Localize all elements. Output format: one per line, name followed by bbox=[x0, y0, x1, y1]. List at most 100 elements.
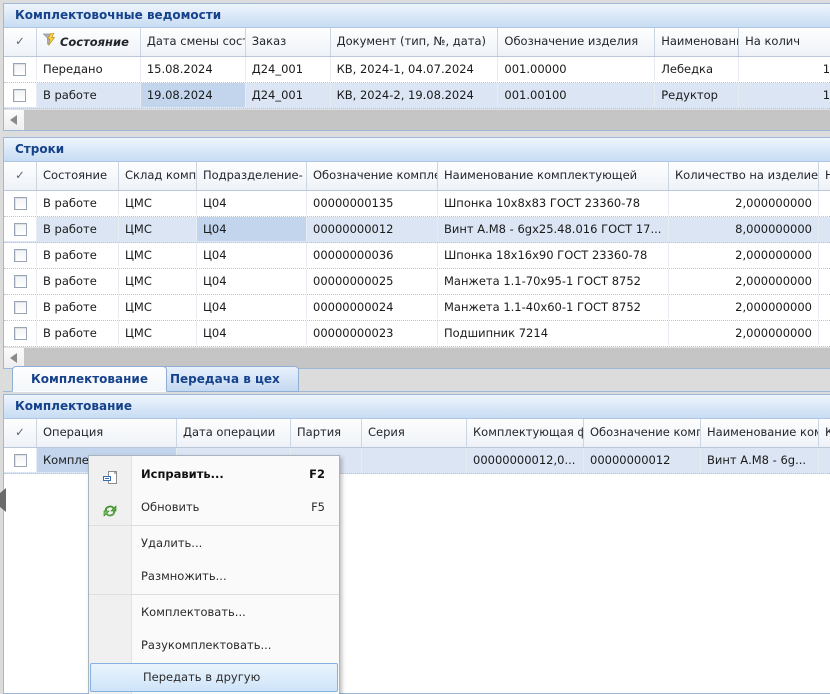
menu-item-udalit[interactable]: Удалить... bbox=[89, 527, 339, 560]
cell-state[interactable]: В работе bbox=[37, 321, 119, 345]
table-row[interactable]: В работе ЦМС Ц04 00000000024 Манжета 1.1… bbox=[4, 295, 830, 321]
row-checkbox[interactable] bbox=[4, 217, 37, 241]
column-header-sostoyanie[interactable]: Состояние bbox=[37, 28, 141, 56]
cell-warehouse[interactable]: ЦМС bbox=[119, 269, 197, 293]
cell-part-code[interactable]: 00000000135 bbox=[307, 191, 438, 215]
cell-warehouse[interactable]: ЦМС bbox=[119, 321, 197, 345]
scroll-left-button[interactable] bbox=[4, 110, 23, 130]
select-all-header[interactable]: ✓ bbox=[4, 419, 37, 447]
column-header-sklad[interactable]: Склад комп bbox=[119, 162, 197, 190]
row-checkbox[interactable] bbox=[4, 295, 37, 319]
column-header-seriya[interactable]: Серия bbox=[362, 419, 467, 447]
cell-state[interactable]: В работе bbox=[37, 83, 141, 107]
cell-part-code[interactable]: 00000000012 bbox=[584, 448, 701, 472]
cell-date-focused[interactable]: 19.08.2024 bbox=[141, 83, 246, 107]
cell-product-name[interactable]: Редуктор bbox=[655, 83, 739, 107]
checkbox-icon[interactable] bbox=[14, 197, 27, 210]
cell-document[interactable]: КВ, 2024-1, 04.07.2024 bbox=[331, 57, 499, 81]
checkbox-icon[interactable] bbox=[14, 454, 27, 467]
column-header-komplektuyushchaya[interactable]: Комплектующая ф bbox=[467, 419, 584, 447]
column-header-dokument[interactable]: Документ (тип, №, дата) bbox=[331, 28, 499, 56]
column-header-naimenovanie[interactable]: Наименование ком bbox=[701, 419, 819, 447]
column-header-data-smeny[interactable]: Дата смены сост bbox=[141, 28, 246, 56]
cell-department[interactable]: Ц04 bbox=[197, 191, 307, 215]
cell-state[interactable]: В работе bbox=[37, 191, 119, 215]
column-header-naimenovanie-izd[interactable]: Наименование изд bbox=[655, 28, 739, 56]
cell-warehouse[interactable]: ЦМС bbox=[119, 243, 197, 267]
cell-clipped[interactable] bbox=[819, 448, 830, 472]
cell-qty[interactable]: 2,000000000 bbox=[669, 269, 819, 293]
checkbox-icon[interactable] bbox=[13, 63, 26, 76]
row-checkbox[interactable] bbox=[4, 83, 37, 107]
column-header-na-kolich[interactable]: На колич bbox=[739, 28, 830, 56]
table-row[interactable]: В работе ЦМС Ц04 00000000036 Шпонка 18x1… bbox=[4, 243, 830, 269]
cell-part-code[interactable]: 00000000012 bbox=[307, 217, 438, 241]
row-checkbox[interactable] bbox=[4, 321, 37, 345]
cell-product-code[interactable]: 001.00100 bbox=[498, 83, 655, 107]
edge-scroll-left-icon[interactable] bbox=[0, 493, 6, 507]
cell-part-name[interactable]: Манжета 1.1-70x95-1 ГОСТ 8752 bbox=[438, 269, 669, 293]
row-checkbox[interactable] bbox=[4, 269, 37, 293]
column-header-partiya[interactable]: Партия bbox=[291, 419, 362, 447]
column-header-oboznachenie[interactable]: Обозначение комп bbox=[584, 419, 701, 447]
column-header-data-operacii[interactable]: Дата операции bbox=[177, 419, 291, 447]
cell-order[interactable]: Д24_001 bbox=[246, 57, 331, 81]
cell-warehouse[interactable]: ЦМС bbox=[119, 295, 197, 319]
cell-department[interactable]: Ц04 bbox=[197, 321, 307, 345]
checkbox-icon[interactable] bbox=[14, 327, 27, 340]
cell-part-name[interactable]: Шпонка 10x8x83 ГОСТ 23360-78 bbox=[438, 191, 669, 215]
table-row[interactable]: В работе ЦМС Ц04 00000000135 Шпонка 10x8… bbox=[4, 191, 830, 217]
cell-part-code[interactable]: 00000000023 bbox=[307, 321, 438, 345]
row-checkbox[interactable] bbox=[4, 243, 37, 267]
checkbox-icon[interactable] bbox=[14, 223, 27, 236]
row-checkbox[interactable] bbox=[4, 448, 37, 472]
column-header-zakaz[interactable]: Заказ bbox=[246, 28, 331, 56]
cell-department[interactable]: Ц04 bbox=[197, 269, 307, 293]
cell-order[interactable]: Д24_001 bbox=[246, 83, 331, 107]
tab-peredacha-v-ceh[interactable]: Передача в цех bbox=[151, 366, 299, 392]
cell-warehouse[interactable]: ЦМС bbox=[119, 217, 197, 241]
column-header-podrazdelenie[interactable]: Подразделение- bbox=[197, 162, 307, 190]
cell-product-code[interactable]: 001.00000 bbox=[498, 57, 655, 81]
cell-date[interactable]: 15.08.2024 bbox=[141, 57, 246, 81]
column-header-clipped[interactable]: К bbox=[819, 419, 830, 447]
cell-part-code[interactable]: 00000000025 bbox=[307, 269, 438, 293]
cell-state[interactable]: В работе bbox=[37, 295, 119, 319]
menu-item-komplektovat[interactable]: Комплектовать... bbox=[89, 596, 339, 629]
cell-qty[interactable]: 2,000000000 bbox=[669, 243, 819, 267]
cell-part-name[interactable]: Винт А.М8 - 6g... bbox=[701, 448, 819, 472]
cell-part-code[interactable]: 00000000024 bbox=[307, 295, 438, 319]
checkbox-icon[interactable] bbox=[13, 89, 26, 102]
cell-qty[interactable]: 2,000000000 bbox=[669, 191, 819, 215]
cell-qty[interactable]: 2,000000000 bbox=[669, 295, 819, 319]
cell-warehouse[interactable]: ЦМС bbox=[119, 191, 197, 215]
cell-qty[interactable]: 1 bbox=[739, 83, 830, 107]
cell-part-name[interactable]: Манжета 1.1-40x60-1 ГОСТ 8752 bbox=[438, 295, 669, 319]
cell-department[interactable]: Ц04 bbox=[197, 243, 307, 267]
checkbox-icon[interactable] bbox=[14, 275, 27, 288]
menu-item-obnovit[interactable]: Обновить F5 bbox=[89, 491, 339, 524]
column-header-oboznachenie[interactable]: Обозначение компле bbox=[307, 162, 438, 190]
tab-komplektovanie[interactable]: Комплектование bbox=[12, 366, 167, 392]
row-checkbox[interactable] bbox=[4, 191, 37, 215]
cell-part-name[interactable]: Винт А.М8 - 6gх25.48.016 ГОСТ 17... bbox=[438, 217, 669, 241]
cell-part-name[interactable]: Шпонка 18x16x90 ГОСТ 23360-78 bbox=[438, 243, 669, 267]
cell-qty[interactable]: 8,000000000 bbox=[669, 217, 819, 241]
cell-department-focused[interactable]: Ц04 bbox=[197, 217, 307, 241]
column-header-kolichestvo[interactable]: Количество на изделие bbox=[669, 162, 819, 190]
cell-part-name[interactable]: Подшипник 7214 bbox=[438, 321, 669, 345]
table-row[interactable]: В работе ЦМС Ц04 00000000025 Манжета 1.1… bbox=[4, 269, 830, 295]
column-header-oboznachenie-izdeliya[interactable]: Обозначение изделия bbox=[498, 28, 655, 56]
column-header-clipped[interactable]: Н bbox=[819, 162, 830, 190]
cell-part-code[interactable]: 00000000036 bbox=[307, 243, 438, 267]
column-header-sostoyanie[interactable]: Состояние bbox=[37, 162, 119, 190]
row-checkbox[interactable] bbox=[4, 57, 37, 81]
horizontal-scrollbar[interactable] bbox=[4, 109, 830, 130]
cell-series[interactable] bbox=[362, 448, 467, 472]
cell-qty[interactable]: 2,000000000 bbox=[669, 321, 819, 345]
checkbox-icon[interactable] bbox=[14, 249, 27, 262]
cell-qty[interactable]: 1 bbox=[739, 57, 830, 81]
cell-component[interactable]: 00000000012,0... bbox=[467, 448, 584, 472]
scrollbar-thumb[interactable] bbox=[24, 110, 830, 130]
column-header-naimenovanie[interactable]: Наименование комплектующей bbox=[438, 162, 669, 190]
